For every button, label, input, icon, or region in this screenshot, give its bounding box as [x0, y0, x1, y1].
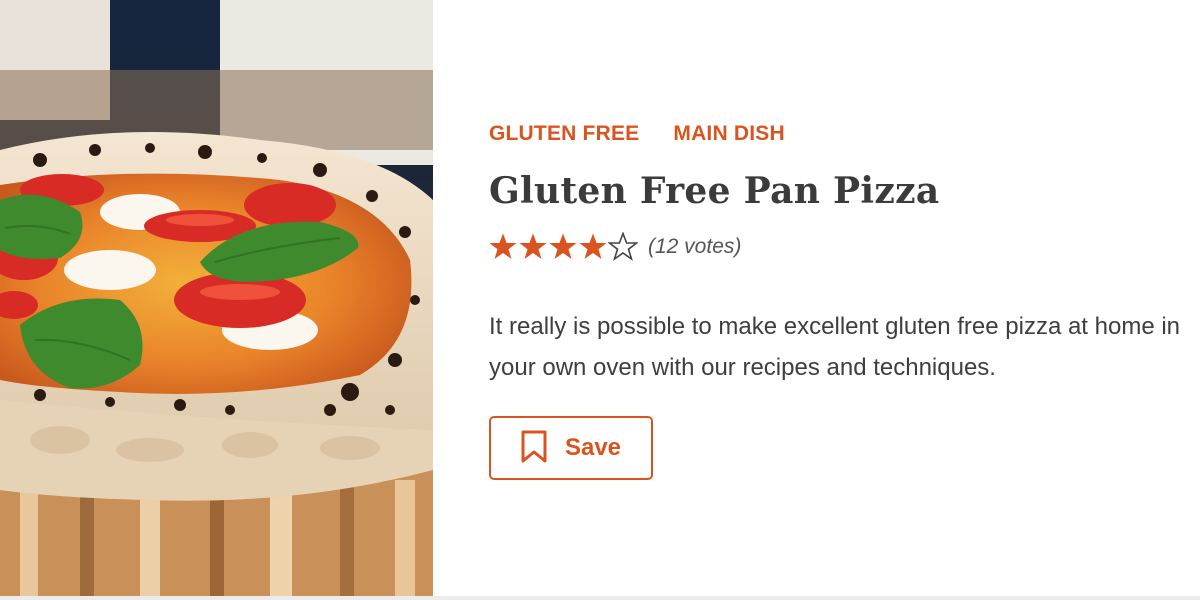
recipe-photo[interactable]: [0, 0, 433, 596]
tag-main-dish[interactable]: MAIN DISH: [673, 122, 784, 145]
star-rating[interactable]: (12 votes): [488, 232, 741, 262]
bookmark-icon: [521, 430, 547, 467]
star-filled-icon[interactable]: [548, 232, 578, 262]
recipe-card: GLUTEN FREE MAIN DISH Gluten Free Pan Pi…: [0, 0, 1200, 600]
save-button[interactable]: Save: [489, 416, 653, 480]
save-label: Save: [564, 434, 622, 461]
recipe-description: It really is possible to make excellent …: [489, 313, 1181, 381]
star-filled-icon[interactable]: [518, 232, 548, 262]
recipe-title[interactable]: Gluten Free Pan Pizza: [489, 170, 939, 212]
recipe-details: GLUTEN FREE MAIN DISH Gluten Free Pan Pi…: [433, 0, 1200, 596]
star-empty-icon[interactable]: [608, 232, 638, 262]
rating-stars[interactable]: [488, 232, 638, 262]
star-filled-icon[interactable]: [488, 232, 518, 262]
tag-gluten-free[interactable]: GLUTEN FREE: [489, 122, 639, 145]
star-filled-icon[interactable]: [578, 232, 608, 262]
vote-count: (12 votes): [648, 235, 742, 258]
recipe-tags: GLUTEN FREE MAIN DISH: [489, 122, 785, 146]
